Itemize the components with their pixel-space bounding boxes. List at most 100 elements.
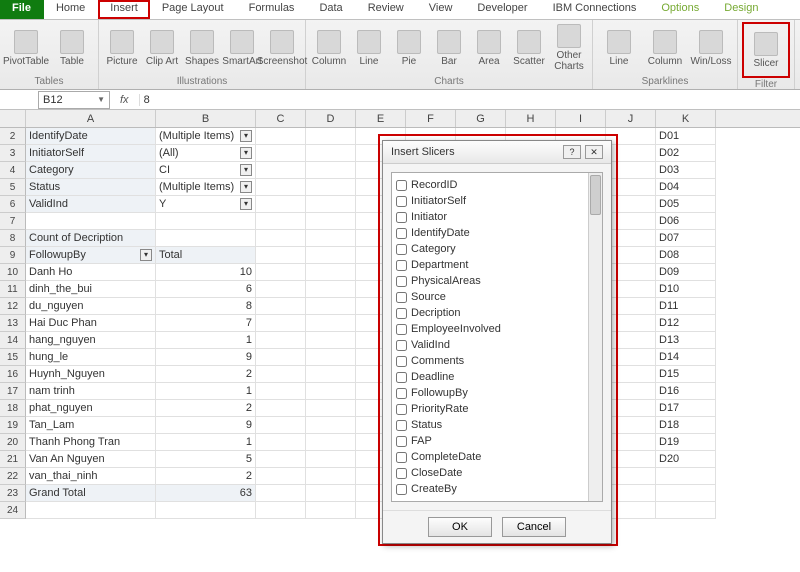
cell-b17[interactable]: 1	[156, 383, 256, 400]
slicer-field-checkbox[interactable]	[396, 260, 407, 271]
cell-k6[interactable]: D05	[656, 196, 716, 213]
cell[interactable]	[306, 383, 356, 400]
cell-a19[interactable]: Tan_Lam	[26, 417, 156, 434]
ribbon-column-button[interactable]: Column	[310, 22, 348, 74]
ribbon-bar-button[interactable]: Bar	[430, 22, 468, 74]
cell-k2[interactable]: D01	[656, 128, 716, 145]
cell[interactable]	[606, 349, 656, 366]
formula-input[interactable]: 8	[139, 94, 800, 106]
ok-button[interactable]: OK	[428, 517, 492, 537]
cell-b11[interactable]: 6	[156, 281, 256, 298]
close-button[interactable]: ✕	[585, 145, 603, 159]
cell[interactable]	[606, 247, 656, 264]
cell-b20[interactable]: 1	[156, 434, 256, 451]
cell[interactable]	[606, 162, 656, 179]
cell[interactable]	[606, 128, 656, 145]
slicer-field-initiatorself[interactable]: InitiatorSelf	[396, 193, 598, 209]
ribbon-column-button[interactable]: Column	[643, 22, 687, 74]
cell-k4[interactable]: D03	[656, 162, 716, 179]
slicer-field-followupby[interactable]: FollowupBy	[396, 385, 598, 401]
cell[interactable]	[606, 315, 656, 332]
cell[interactable]	[256, 162, 306, 179]
cell-k24[interactable]	[656, 502, 716, 519]
cancel-button[interactable]: Cancel	[502, 517, 566, 537]
slicer-field-recordid[interactable]: RecordID	[396, 177, 598, 193]
cell-b24[interactable]	[156, 502, 256, 519]
slicer-field-checkbox[interactable]	[396, 324, 407, 335]
cell-a4[interactable]: Category	[26, 162, 156, 179]
slicer-field-list[interactable]: RecordIDInitiatorSelfInitiatorIdentifyDa…	[391, 172, 603, 502]
cell[interactable]	[256, 468, 306, 485]
cell[interactable]	[256, 298, 306, 315]
ribbon-line-button[interactable]: Line	[350, 22, 388, 74]
ribbon-slicer-button[interactable]: Slicer	[744, 24, 788, 76]
col-header-D[interactable]: D	[306, 110, 356, 127]
cell[interactable]	[256, 332, 306, 349]
cell[interactable]	[606, 298, 656, 315]
tab-insert[interactable]: Insert	[98, 0, 150, 19]
row-header-7[interactable]: 7	[0, 213, 26, 230]
fx-icon[interactable]: fx	[120, 94, 129, 106]
row-header-9[interactable]: 9	[0, 247, 26, 264]
cell-b7[interactable]	[156, 213, 256, 230]
slicer-field-checkbox[interactable]	[396, 452, 407, 463]
cell[interactable]	[256, 400, 306, 417]
cell[interactable]	[256, 230, 306, 247]
cell-a8[interactable]: Count of Decription	[26, 230, 156, 247]
cell[interactable]	[256, 366, 306, 383]
cell-a14[interactable]: hang_nguyen	[26, 332, 156, 349]
cell-k23[interactable]	[656, 485, 716, 502]
cell[interactable]	[606, 400, 656, 417]
cell[interactable]	[306, 145, 356, 162]
cell-k8[interactable]: D07	[656, 230, 716, 247]
cell-a20[interactable]: Thanh Phong Tran	[26, 434, 156, 451]
ribbon-scatter-button[interactable]: Scatter	[510, 22, 548, 74]
slicer-field-checkbox[interactable]	[396, 420, 407, 431]
cell[interactable]	[306, 417, 356, 434]
cell[interactable]	[306, 213, 356, 230]
cell-a3[interactable]: InitiatorSelf	[26, 145, 156, 162]
ribbon-line-button[interactable]: Line	[597, 22, 641, 74]
slicer-field-priorityrate[interactable]: PriorityRate	[396, 401, 598, 417]
ribbon-other-charts-button[interactable]: Other Charts	[550, 22, 588, 74]
row-header-21[interactable]: 21	[0, 451, 26, 468]
cell-b15[interactable]: 9	[156, 349, 256, 366]
cell-k18[interactable]: D17	[656, 400, 716, 417]
ribbon-smartart-button[interactable]: SmartArt	[223, 22, 261, 74]
slicer-field-comments[interactable]: Comments	[396, 353, 598, 369]
cell[interactable]	[256, 417, 306, 434]
slicer-field-initiator[interactable]: Initiator	[396, 209, 598, 225]
cell[interactable]	[306, 230, 356, 247]
col-header-G[interactable]: G	[456, 110, 506, 127]
tab-design[interactable]: Design	[712, 0, 771, 19]
slicer-field-identifydate[interactable]: IdentifyDate	[396, 225, 598, 241]
row-header-17[interactable]: 17	[0, 383, 26, 400]
cell-k9[interactable]: D08	[656, 247, 716, 264]
cell-k13[interactable]: D12	[656, 315, 716, 332]
cell-k22[interactable]	[656, 468, 716, 485]
cell[interactable]	[606, 485, 656, 502]
row-header-18[interactable]: 18	[0, 400, 26, 417]
cell-b6[interactable]: Y▾	[156, 196, 256, 213]
cell[interactable]	[606, 281, 656, 298]
cell-a9[interactable]: FollowupBy▾	[26, 247, 156, 264]
cell-b12[interactable]: 8	[156, 298, 256, 315]
col-header-H[interactable]: H	[506, 110, 556, 127]
cell[interactable]	[606, 383, 656, 400]
cell-k12[interactable]: D11	[656, 298, 716, 315]
slicer-field-checkbox[interactable]	[396, 388, 407, 399]
row-header-15[interactable]: 15	[0, 349, 26, 366]
cell[interactable]	[306, 196, 356, 213]
cell-b10[interactable]: 10	[156, 264, 256, 281]
cell-k7[interactable]: D06	[656, 213, 716, 230]
ribbon-clip-art-button[interactable]: Clip Art	[143, 22, 181, 74]
tab-data[interactable]: Data	[307, 0, 355, 19]
cell[interactable]	[256, 502, 306, 519]
ribbon-picture-button[interactable]: Picture	[103, 22, 141, 74]
tab-options[interactable]: Options	[649, 0, 712, 19]
cell-b19[interactable]: 9	[156, 417, 256, 434]
row-header-11[interactable]: 11	[0, 281, 26, 298]
cell[interactable]	[256, 349, 306, 366]
cell-k14[interactable]: D13	[656, 332, 716, 349]
slicer-field-checkbox[interactable]	[396, 292, 407, 303]
